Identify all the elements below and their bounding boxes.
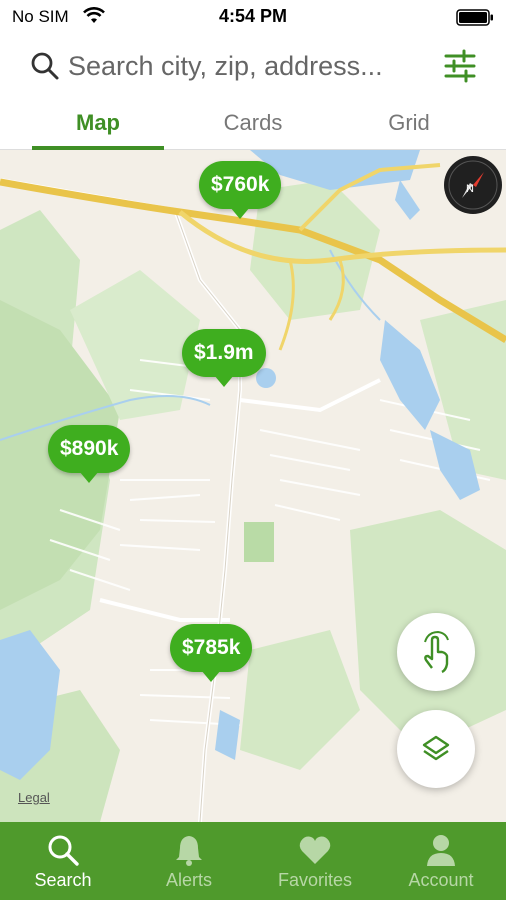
- svg-text:N: N: [466, 183, 474, 195]
- nav-alerts[interactable]: Alerts: [126, 822, 252, 900]
- draw-area-button[interactable]: [397, 613, 475, 691]
- status-bar: No SIM 4:54 PM: [0, 0, 506, 34]
- map-layers-button[interactable]: [397, 710, 475, 788]
- tab-cards[interactable]: Cards: [188, 110, 318, 136]
- clock: 4:54 PM: [218, 6, 288, 26]
- price-pin[interactable]: $1.9m: [182, 329, 266, 387]
- nav-account[interactable]: Account: [378, 822, 504, 900]
- price-pin[interactable]: $760k: [199, 161, 282, 219]
- nav-favorites[interactable]: Favorites: [252, 822, 378, 900]
- nav-label: Alerts: [165, 870, 212, 890]
- compass-icon[interactable]: N: [444, 156, 502, 214]
- layers-icon: [422, 735, 450, 761]
- price-pin[interactable]: $785k: [170, 624, 253, 682]
- search-bar: [0, 34, 506, 98]
- filter-sliders-icon[interactable]: [442, 48, 478, 84]
- tab-map[interactable]: Map: [33, 110, 163, 136]
- map-view[interactable]: $760k $1.9m $890k $785k N Legal: [0, 150, 506, 822]
- nav-search[interactable]: Search: [0, 822, 126, 900]
- battery-icon: [456, 9, 493, 26]
- bell-icon: [176, 836, 202, 866]
- nav-label: Favorites: [277, 870, 353, 890]
- person-icon: [427, 835, 455, 866]
- view-tabs: Map Cards Grid: [0, 98, 506, 150]
- heart-icon: [299, 836, 331, 864]
- search-input[interactable]: [68, 48, 428, 84]
- bottom-nav: Search Alerts Favorites Account: [0, 822, 506, 900]
- legal-link[interactable]: Legal: [18, 790, 50, 805]
- nav-label: Account: [408, 870, 474, 890]
- tab-grid[interactable]: Grid: [344, 110, 474, 136]
- search-icon: [31, 52, 59, 80]
- hand-pointer-icon: [424, 630, 449, 674]
- search-icon: [48, 835, 79, 866]
- nav-label: Search: [34, 870, 92, 890]
- price-pin[interactable]: $890k: [48, 425, 131, 483]
